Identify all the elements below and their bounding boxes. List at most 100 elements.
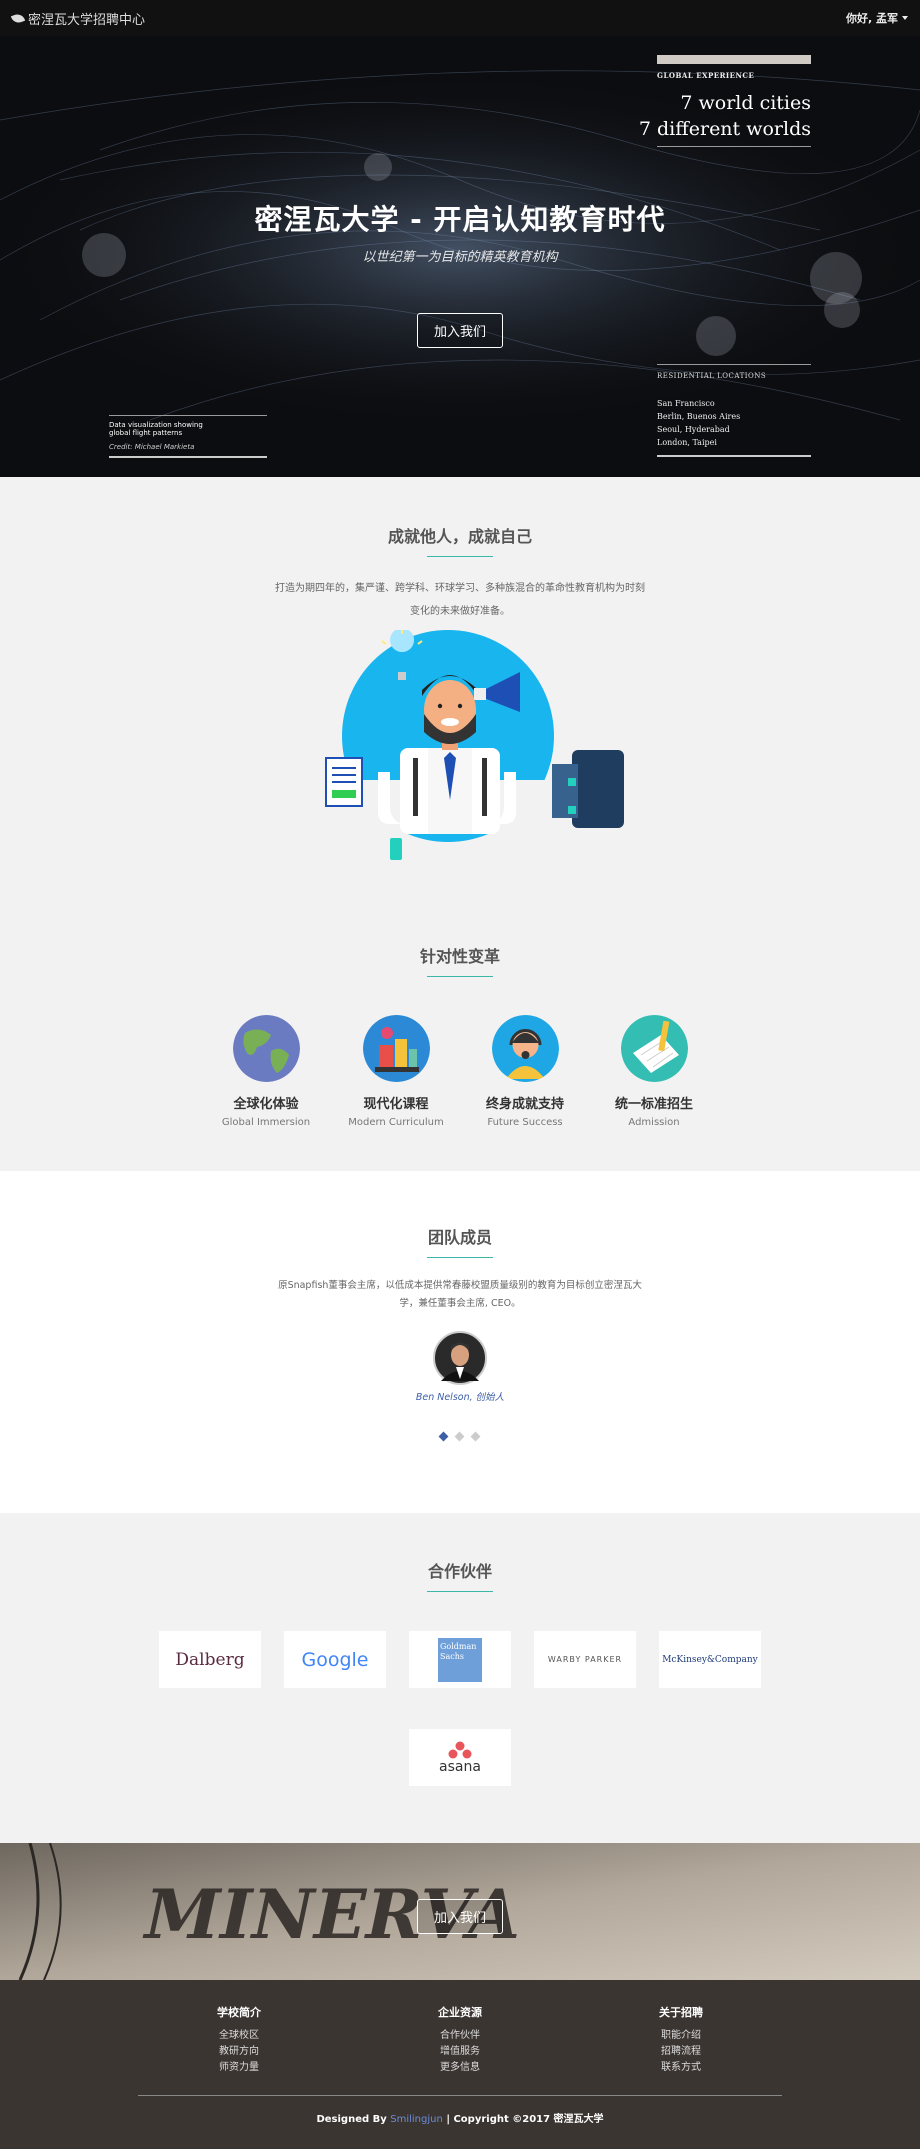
pencil-paper-icon bbox=[620, 1015, 688, 1082]
feature-global: 全球化体验 Global Immersion bbox=[201, 1015, 331, 1128]
footer-col-resources: 企业资源 合作伙伴 增值服务 更多信息 bbox=[390, 2004, 530, 2076]
feature-curriculum: 现代化课程 Modern Curriculum bbox=[331, 1015, 461, 1128]
global-experience-label: GLOBAL EXPERIENCE bbox=[657, 71, 755, 80]
global-line-2: 7 different worlds bbox=[638, 118, 811, 140]
title-underline bbox=[427, 976, 493, 977]
global-experience-bar bbox=[657, 55, 811, 64]
member-bio-1: 原Snapfish董事会主席，以低成本提供常春藤校盟质量级别的教育为目标创立密涅… bbox=[278, 1280, 642, 1291]
asana-logo-text: asana bbox=[439, 1758, 481, 1775]
city-item: Berlin, Buenos Aires bbox=[657, 412, 741, 421]
brand-link[interactable]: 密涅瓦大学招聘中心 bbox=[10, 9, 146, 28]
footer-link[interactable]: 师资力量 bbox=[169, 2060, 309, 2076]
carousel-dot[interactable] bbox=[470, 1431, 481, 1442]
partner-logo-goldman[interactable]: Goldman Sachs bbox=[409, 1631, 511, 1688]
footer-link[interactable]: 合作伙伴 bbox=[390, 2028, 530, 2044]
feature-title: 统一标准招生 bbox=[614, 1097, 693, 1112]
footer-col-about: 学校简介 全球校区 教研方向 师资力量 bbox=[169, 2004, 309, 2076]
member-bio-2: 学，兼任董事会主席, CEO。 bbox=[399, 1298, 521, 1309]
top-navbar: 密涅瓦大学招聘中心 你好, 孟军 bbox=[0, 0, 920, 36]
warby-logo-text: WARBY PARKER bbox=[547, 1655, 623, 1664]
user-greeting: 你好, 孟军 bbox=[845, 12, 898, 25]
support-agent-icon bbox=[491, 1015, 559, 1082]
divider bbox=[657, 146, 811, 147]
carousel-dot-active[interactable] bbox=[438, 1431, 449, 1442]
brand-name: 密涅瓦大学招聘中心 bbox=[28, 12, 146, 28]
books-icon bbox=[362, 1015, 430, 1082]
avatar bbox=[433, 1331, 487, 1385]
footer-link[interactable]: 全球校区 bbox=[169, 2028, 309, 2044]
flight-map-background bbox=[0, 70, 920, 430]
carousel-dot[interactable] bbox=[454, 1431, 465, 1442]
footer-col-title: 关于招聘 bbox=[659, 2006, 703, 2019]
feature-success: 终身成就支持 Future Success bbox=[460, 1015, 590, 1128]
feature-subtitle: Modern Curriculum bbox=[348, 1117, 444, 1128]
asana-dots-icon bbox=[448, 1741, 472, 1758]
footer-col-recruit: 关于招聘 职能介绍 招聘流程 联系方式 bbox=[611, 2004, 751, 2076]
achieve-section: 成就他人，成就自己 打造为期四年的，集严谨、跨学科、环球学习、多种族混合的革命性… bbox=[0, 477, 920, 1171]
leaf-icon bbox=[10, 11, 26, 25]
feature-subtitle: Future Success bbox=[487, 1117, 563, 1128]
feature-subtitle: Admission bbox=[628, 1117, 680, 1128]
google-logo-text: Google bbox=[301, 1648, 369, 1671]
member-name: Ben Nelson, 创始人 bbox=[415, 1392, 505, 1403]
goldman-line-1: Goldman bbox=[440, 1641, 477, 1651]
footer-link[interactable]: 联系方式 bbox=[611, 2060, 751, 2076]
feature-title: 现代化课程 bbox=[363, 1097, 429, 1112]
partner-logo-dalberg[interactable]: Dalberg bbox=[159, 1631, 261, 1688]
footer-link[interactable]: 更多信息 bbox=[390, 2060, 530, 2076]
hero-subtitle: 以世纪第一为目标的精英教育机构 bbox=[362, 250, 558, 265]
designer-link[interactable]: Smilingjun bbox=[390, 2114, 443, 2125]
user-menu[interactable]: 你好, 孟军 bbox=[846, 10, 908, 26]
hero-title: 密涅瓦大学 - 开启认知教育时代 bbox=[254, 203, 666, 236]
mckinsey-logo-text: McKinsey&Company bbox=[662, 1654, 758, 1665]
goldman-logo: Goldman Sachs bbox=[438, 1637, 482, 1682]
section-title: 团队成员 bbox=[427, 1228, 492, 1247]
divider bbox=[657, 455, 811, 457]
footer-link[interactable]: 招聘流程 bbox=[611, 2044, 751, 2060]
section-title: 成就他人，成就自己 bbox=[387, 527, 532, 546]
feature-admission: 统一标准招生 Admission bbox=[589, 1015, 719, 1128]
feature-subtitle: Global Immersion bbox=[221, 1117, 311, 1128]
title-underline bbox=[427, 556, 493, 557]
partner-logo-asana[interactable]: asana bbox=[409, 1729, 511, 1786]
feature-title: 全球化体验 bbox=[233, 1097, 299, 1112]
partner-logo-warby[interactable]: WARBY PARKER bbox=[534, 1631, 636, 1688]
copyright-text: | Copyright ©2017 密涅瓦大学 bbox=[446, 2114, 604, 2125]
residential-label: RESIDENTIAL LOCATIONS bbox=[657, 372, 767, 380]
dataviz-caption-2: global flight patterns bbox=[109, 429, 183, 437]
join-us-button-bottom[interactable]: 加入我们 bbox=[417, 1899, 503, 1934]
city-item: Seoul, Hyderabad bbox=[657, 425, 730, 434]
join-us-button[interactable]: 加入我们 bbox=[417, 313, 503, 348]
section-title: 合作伙伴 bbox=[427, 1562, 492, 1581]
dataviz-caption-1: Data visualization showing bbox=[109, 421, 203, 429]
city-item: San Francisco bbox=[657, 399, 715, 408]
footer-link[interactable]: 增值服务 bbox=[390, 2044, 530, 2060]
section-paragraph-2: 变化的未来做好准备。 bbox=[410, 606, 510, 617]
divider bbox=[109, 415, 267, 416]
cta-banner: MINERVA 加入我们 bbox=[0, 1843, 920, 1980]
designed-by-label: Designed By bbox=[316, 2114, 387, 2125]
footer-divider bbox=[138, 2095, 782, 2096]
dalberg-logo-text: Dalberg bbox=[175, 1649, 245, 1670]
goldman-line-2: Sachs bbox=[440, 1651, 464, 1661]
multitask-illustration bbox=[320, 630, 624, 860]
team-section: 团队成员 原Snapfish董事会主席，以低成本提供常春藤校盟质量级别的教育为目… bbox=[0, 1171, 920, 1513]
footer-link[interactable]: 职能介绍 bbox=[611, 2028, 751, 2044]
partner-logo-mckinsey[interactable]: McKinsey&Company bbox=[659, 1631, 761, 1688]
feature-title: 终身成就支持 bbox=[485, 1097, 564, 1112]
divider bbox=[657, 364, 811, 365]
city-item: London, Taipei bbox=[657, 438, 717, 447]
title-underline bbox=[427, 1257, 493, 1258]
globe-icon bbox=[232, 1015, 300, 1082]
partners-section: 合作伙伴 Dalberg Google Goldman Sachs WARBY … bbox=[0, 1513, 920, 1843]
hero-banner: 密涅瓦大学 - 开启认知教育时代 以世纪第一为目标的精英教育机构 加入我们 GL… bbox=[0, 0, 920, 477]
dataviz-credit: Credit: Michael Markieta bbox=[109, 443, 195, 451]
footer-col-title: 学校简介 bbox=[217, 2006, 261, 2019]
title-underline bbox=[427, 1591, 493, 1592]
footer-copyright: Designed By Smilingjun | Copyright ©2017… bbox=[0, 2110, 920, 2125]
partner-logo-google[interactable]: Google bbox=[284, 1631, 386, 1688]
footer-link[interactable]: 教研方向 bbox=[169, 2044, 309, 2060]
section-title: 针对性变革 bbox=[419, 947, 500, 966]
footer: 学校简介 全球校区 教研方向 师资力量 企业资源 合作伙伴 增值服务 更多信息 … bbox=[0, 1980, 920, 2149]
global-line-1: 7 world cities bbox=[680, 92, 811, 114]
